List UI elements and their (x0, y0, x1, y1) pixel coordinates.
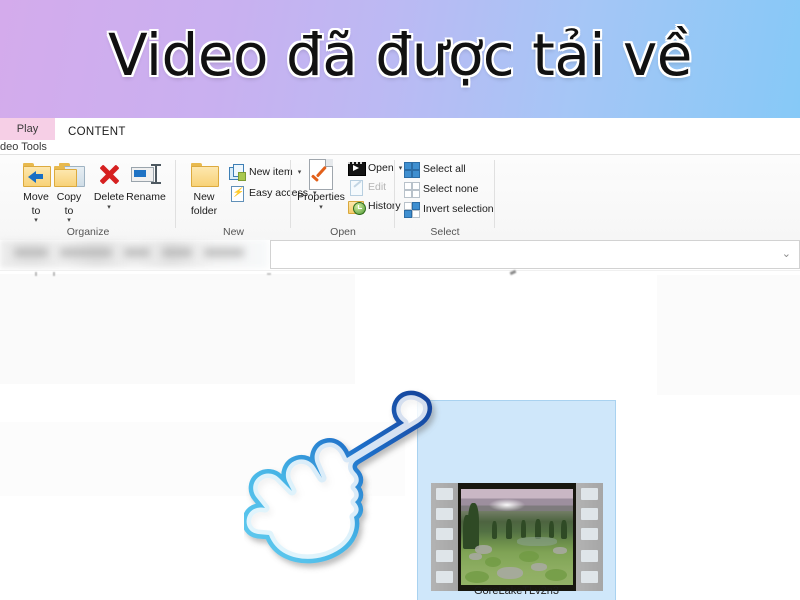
delete-caret-icon[interactable]: ▾ (86, 204, 132, 211)
new-item-icon (229, 163, 246, 181)
tree-expander-marker (53, 272, 55, 276)
banner-title: Video đã được tải về (108, 21, 692, 89)
edit-icon (348, 179, 364, 196)
select-all-button[interactable]: Select all (403, 160, 466, 178)
new-folder-button[interactable]: New folder (181, 158, 227, 217)
chevron-down-icon[interactable]: ⌄ (782, 247, 791, 260)
ribbon-group-select: Select all Select none Invert selection … (395, 155, 495, 240)
invert-selection-icon (403, 201, 420, 218)
new-folder-label-1: New (193, 191, 215, 203)
properties-icon (295, 158, 347, 190)
column-marker (267, 273, 271, 275)
edit-button: Edit (348, 178, 387, 196)
address-bar-blurred-text (0, 240, 268, 268)
ribbon: Move to ▾ Copy to ▾ Delete ▾ Rename Orga… (0, 155, 800, 241)
properties-caret-icon[interactable]: ▾ (295, 204, 347, 211)
rename-button[interactable]: Rename (122, 158, 170, 204)
ribbon-group-label-select: Select (430, 226, 460, 238)
select-all-label: Select all (423, 162, 466, 175)
properties-label: Properties (297, 191, 345, 203)
thumbnail-frame (458, 483, 576, 591)
screenshot-root: Video đã được tải về Play deo Tools CONT… (0, 0, 800, 600)
address-and-search-row: ⌄ (0, 240, 800, 270)
ribbon-group-open: Properties ▾ Open ▾ Edit History Open (291, 155, 402, 240)
history-icon (348, 198, 366, 215)
contextual-tab-label-text: deo Tools (0, 141, 47, 153)
contextual-tab-label-video-tools: deo Tools (0, 140, 55, 155)
ribbon-group-organize: Move to ▾ Copy to ▾ Delete ▾ Rename Orga… (0, 155, 176, 240)
details-pane[interactable] (657, 275, 800, 395)
pointing-hand-cursor (244, 386, 444, 576)
content-top-rule (0, 270, 800, 271)
group-separator (494, 160, 495, 228)
select-none-button[interactable]: Select none (403, 180, 479, 198)
film-sprocket-column-right (576, 483, 603, 591)
rename-label: Rename (126, 191, 166, 203)
video-thumbnail (431, 483, 603, 591)
select-none-label: Select none (423, 182, 479, 195)
ribbon-tab-strip: Play deo Tools CONTENT (0, 118, 800, 155)
open-label: Open (368, 161, 394, 174)
select-all-icon (403, 161, 420, 178)
column-marker (509, 269, 517, 276)
banner: Video đã được tải về (0, 0, 800, 118)
new-folder-icon (181, 158, 227, 190)
new-folder-label-2: folder (190, 204, 218, 217)
tree-expander-marker (35, 272, 37, 276)
ribbon-group-label-new: New (222, 226, 244, 238)
file-name-label: GoreLakeTLv2n3 (474, 585, 559, 597)
open-media-icon (348, 160, 366, 176)
rename-icon (122, 158, 170, 190)
tab-content[interactable]: CONTENT (55, 118, 139, 146)
navigation-pane[interactable] (0, 274, 355, 384)
invert-selection-button[interactable]: Invert selection (403, 200, 494, 218)
new-item-label: New item (249, 165, 293, 178)
ribbon-group-label-open: Open (330, 226, 356, 238)
properties-button[interactable]: Properties ▾ (295, 158, 347, 211)
easy-access-icon: ⚡ (229, 185, 245, 202)
copy-to-caret-icon[interactable]: ▾ (46, 217, 92, 224)
file-item-selected[interactable]: GoreLakeTLv2n3 (417, 400, 616, 600)
edit-label: Edit (368, 180, 387, 193)
tab-play[interactable]: Play (0, 118, 55, 140)
select-none-icon (403, 181, 420, 198)
ribbon-group-label-organize: Organize (66, 226, 110, 238)
invert-selection-label: Invert selection (423, 202, 494, 215)
mountain-lake-landscape-image (461, 489, 573, 585)
search-input[interactable]: ⌄ (270, 240, 800, 269)
ribbon-group-new: New folder New item ▾ ⚡ Easy access ▾ Ne… (176, 155, 316, 240)
history-button[interactable]: History (348, 197, 401, 215)
